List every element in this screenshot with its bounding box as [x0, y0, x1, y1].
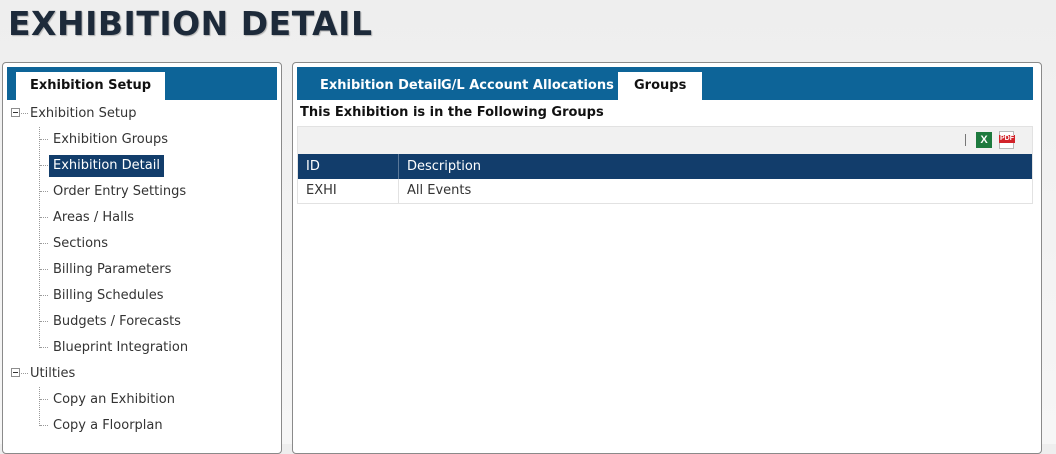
tree-connector: [40, 191, 48, 192]
tree-connector: [40, 295, 48, 296]
column-header-description[interactable]: Description: [398, 154, 1027, 179]
tree-connector: [40, 217, 48, 218]
tree-item-copy-floorplan[interactable]: Copy a Floorplan: [3, 413, 281, 439]
tree-item-label: Billing Parameters: [53, 262, 172, 277]
tree-node-utilities[interactable]: Utilties: [3, 361, 281, 387]
tree-item-label: Blueprint Integration: [53, 340, 189, 355]
tree-connector: [40, 269, 48, 270]
tab-groups[interactable]: Groups: [618, 72, 703, 100]
grid-header-row: ID Description: [298, 154, 1032, 179]
grid-toolbar: X PDF: [298, 127, 1032, 155]
toolbar-separator: [965, 134, 966, 146]
cell-id: EXHI: [306, 183, 337, 198]
tree-connector: [40, 399, 48, 400]
tree-group-exhibition-setup: Exhibition Setup Exhibition Groups Exhib…: [3, 101, 281, 361]
tree-children: Exhibition Groups Exhibition Detail Orde…: [3, 127, 281, 361]
tree-item-label: Copy an Exhibition: [53, 392, 175, 407]
tree-item-exhibition-detail[interactable]: Exhibition Detail: [3, 153, 281, 179]
tree-node-label: Utilties: [30, 366, 76, 381]
tree-item-label: Exhibition Detail: [49, 155, 164, 177]
cell-description: All Events: [398, 179, 1027, 203]
tree-connector: [40, 139, 48, 140]
tree-connector: [21, 373, 28, 374]
tab-gl-account-allocations[interactable]: G/L Account Allocations: [441, 72, 614, 100]
content-tab-bar: Exhibition Detail G/L Account Allocation…: [297, 67, 1033, 100]
tree-item-blueprint-integration[interactable]: Blueprint Integration: [3, 335, 281, 361]
tree-item-label: Areas / Halls: [53, 210, 135, 225]
tree-node-exhibition-setup[interactable]: Exhibition Setup: [3, 101, 281, 127]
section-title: This Exhibition is in the Following Grou…: [300, 105, 604, 120]
tree-item-exhibition-groups[interactable]: Exhibition Groups: [3, 127, 281, 153]
column-header-id[interactable]: ID: [298, 154, 398, 179]
tree-item-label: Exhibition Groups: [53, 132, 169, 147]
excel-export-icon[interactable]: X: [976, 132, 992, 148]
tree-item-budgets-forecasts[interactable]: Budgets / Forecasts: [3, 309, 281, 335]
navigation-tree: Exhibition Setup Exhibition Groups Exhib…: [3, 101, 281, 439]
tree-item-label: Copy a Floorplan: [53, 418, 163, 433]
tree-item-label: Billing Schedules: [53, 288, 164, 303]
tree-item-label: Sections: [53, 236, 109, 251]
content-panel: Exhibition Detail G/L Account Allocation…: [292, 62, 1042, 454]
pdf-label: PDF: [999, 135, 1015, 143]
tree-children: Copy an Exhibition Copy a Floorplan: [3, 387, 281, 439]
tree-item-billing-parameters[interactable]: Billing Parameters: [3, 257, 281, 283]
navigation-panel: Exhibition Setup Exhibition Setup Exhibi…: [2, 62, 282, 454]
collapse-icon[interactable]: [11, 368, 20, 377]
tree-connector: [40, 321, 48, 322]
tree-group-utilities: Utilties Copy an Exhibition Copy a Floor…: [3, 361, 281, 439]
tree-item-label: Order Entry Settings: [53, 184, 187, 199]
tree-item-order-entry-settings[interactable]: Order Entry Settings: [3, 179, 281, 205]
left-tab-bar: Exhibition Setup: [7, 67, 277, 100]
tree-item-copy-exhibition[interactable]: Copy an Exhibition: [3, 387, 281, 413]
tree-node-label: Exhibition Setup: [30, 106, 137, 121]
tree-item-sections[interactable]: Sections: [3, 231, 281, 257]
pdf-export-icon[interactable]: PDF: [999, 131, 1015, 149]
tree-item-areas-halls[interactable]: Areas / Halls: [3, 205, 281, 231]
tree-connector: [40, 243, 48, 244]
table-row[interactable]: EXHI All Events: [298, 179, 1032, 203]
tree-connector: [21, 113, 28, 114]
tab-exhibition-detail[interactable]: Exhibition Detail: [320, 72, 442, 100]
tab-exhibition-setup[interactable]: Exhibition Setup: [16, 72, 166, 100]
tree-item-billing-schedules[interactable]: Billing Schedules: [3, 283, 281, 309]
tree-connector: [40, 425, 48, 426]
groups-grid: X PDF ID Description EXHI All Events: [297, 126, 1033, 204]
tree-connector: [40, 165, 48, 166]
page-title: EXHIBITION DETAIL: [8, 4, 373, 43]
tree-item-label: Budgets / Forecasts: [53, 314, 181, 329]
collapse-icon[interactable]: [11, 108, 20, 117]
tree-connector: [40, 347, 48, 348]
